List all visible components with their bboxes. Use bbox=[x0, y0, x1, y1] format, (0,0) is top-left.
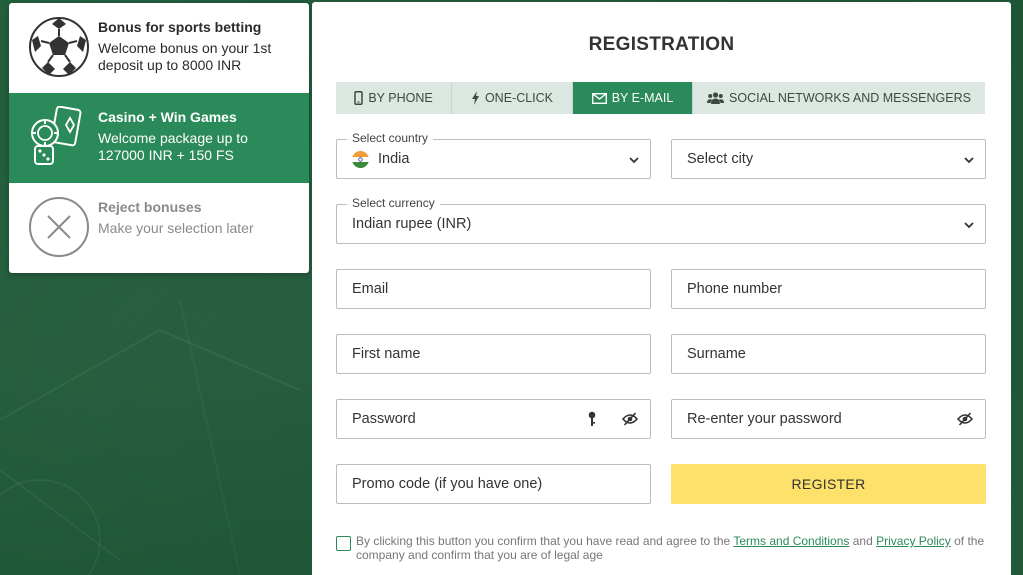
tab-by-email[interactable]: BY E-MAIL bbox=[573, 82, 693, 114]
password-placeholder: Password bbox=[352, 411, 416, 427]
chevron-down-icon bbox=[963, 153, 975, 171]
terms-checkbox[interactable] bbox=[336, 536, 351, 551]
promo-code-field[interactable]: Promo code (if you have one) bbox=[336, 464, 651, 504]
email-placeholder: Email bbox=[352, 281, 389, 297]
promo-placeholder: Promo code (if you have one) bbox=[352, 476, 543, 492]
india-flag-icon bbox=[352, 151, 369, 168]
phone-placeholder: Phone number bbox=[687, 281, 783, 297]
bonus-title: Bonus for sports betting bbox=[98, 19, 262, 35]
phone-icon bbox=[354, 91, 364, 105]
city-placeholder: Select city bbox=[687, 151, 754, 167]
privacy-policy-link[interactable]: Privacy Policy bbox=[876, 534, 951, 548]
password-field[interactable]: Password bbox=[336, 399, 651, 439]
tab-label: BY E-MAIL bbox=[611, 91, 674, 105]
surname-placeholder: Surname bbox=[687, 346, 746, 362]
first-name-field[interactable]: First name bbox=[336, 334, 651, 374]
confirm-password-placeholder: Re-enter your password bbox=[687, 411, 842, 427]
country-select[interactable]: Select country India bbox=[336, 131, 651, 179]
email-field[interactable]: Email bbox=[336, 269, 651, 309]
country-value: India bbox=[378, 151, 410, 167]
chevron-down-icon bbox=[628, 153, 640, 171]
terms-text-part: and bbox=[849, 534, 877, 548]
lightning-icon bbox=[471, 91, 480, 105]
eye-hidden-icon[interactable] bbox=[621, 412, 639, 431]
bonus-title: Reject bonuses bbox=[98, 199, 202, 215]
tab-label: SOCIAL NETWORKS AND MESSENGERS bbox=[729, 91, 971, 105]
registration-tabs: BY PHONE ONE-CLICK BY E-MAIL SOCIAL NETW… bbox=[336, 82, 985, 114]
bonus-selection-panel: Bonus for sports betting Welcome bonus o… bbox=[9, 3, 309, 273]
registration-panel: REGISTRATION BY PHONE ONE-CLICK BY E-MAI… bbox=[312, 2, 1011, 575]
chevron-down-icon bbox=[963, 218, 975, 236]
currency-value: Indian rupee (INR) bbox=[352, 216, 472, 232]
confirm-password-field[interactable]: Re-enter your password bbox=[671, 399, 986, 439]
users-icon bbox=[707, 92, 725, 104]
bonus-option-sports[interactable]: Bonus for sports betting Welcome bonus o… bbox=[9, 3, 309, 93]
first-name-placeholder: First name bbox=[352, 346, 421, 362]
currency-select[interactable]: Select currency Indian rupee (INR) bbox=[336, 196, 986, 244]
soccer-ball-icon bbox=[28, 16, 90, 78]
tab-one-click[interactable]: ONE-CLICK bbox=[452, 82, 573, 114]
key-icon[interactable] bbox=[588, 411, 596, 432]
terms-link[interactable]: Terms and Conditions bbox=[733, 534, 849, 548]
terms-text-part: By clicking this button you confirm that… bbox=[356, 534, 734, 548]
bonus-description: Make your selection later bbox=[98, 220, 254, 236]
bonus-option-casino[interactable]: Casino + Win Games Welcome package up to… bbox=[9, 93, 309, 183]
casino-chips-icon bbox=[28, 105, 90, 168]
tab-by-phone[interactable]: BY PHONE bbox=[336, 82, 452, 114]
tab-social-networks[interactable]: SOCIAL NETWORKS AND MESSENGERS bbox=[693, 82, 985, 114]
bonus-option-reject[interactable]: Reject bonuses Make your selection later bbox=[9, 183, 309, 273]
bonus-description: Welcome package up to 127000 INR + 150 F… bbox=[98, 130, 248, 163]
envelope-icon bbox=[591, 92, 607, 104]
country-label: Select country bbox=[347, 131, 434, 145]
page-title: REGISTRATION bbox=[588, 34, 735, 55]
phone-number-field[interactable]: Phone number bbox=[671, 269, 986, 309]
bonus-description: Welcome bonus on your 1st deposit up to … bbox=[98, 40, 272, 73]
city-select[interactable]: Select city bbox=[671, 139, 986, 179]
register-button[interactable]: REGISTER bbox=[671, 464, 986, 504]
tab-label: ONE-CLICK bbox=[484, 91, 554, 105]
currency-label: Select currency bbox=[347, 196, 440, 210]
bonus-title: Casino + Win Games bbox=[98, 109, 237, 125]
tab-label: BY PHONE bbox=[368, 91, 433, 105]
close-circle-icon bbox=[28, 196, 90, 258]
surname-field[interactable]: Surname bbox=[671, 334, 986, 374]
terms-text: By clicking this button you confirm that… bbox=[356, 534, 996, 562]
eye-hidden-icon[interactable] bbox=[956, 412, 974, 431]
